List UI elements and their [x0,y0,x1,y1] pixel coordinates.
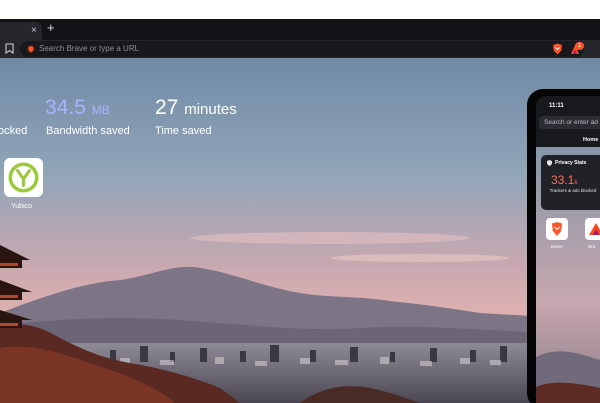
top-site-tile-yubico[interactable] [4,158,43,197]
brave-shields-icon[interactable] [552,43,563,55]
top-site-label: Yubico [11,203,33,210]
time-unit: minutes [184,101,237,118]
shield-icon [547,160,552,166]
trackers-count-unit: k [574,180,578,186]
toolbar: Search Brave or type a URL 1 [0,40,600,58]
trackers-count-number: 33.1 [551,173,575,187]
bandwidth-saved-label: Bandwidth saved [46,125,130,137]
phone-app-label: Bra [588,244,596,249]
trackers-description: Trackers & ads blocked [549,188,597,193]
time-saved-label: Time saved [155,125,212,137]
brave-lion-icon [552,222,562,236]
tab-strip: × + [0,19,600,40]
time-number: 27 [155,96,179,119]
top-margin [0,0,600,19]
phone-app-tile-bat[interactable] [585,218,600,240]
trackers-blocked-label: ocked [0,125,28,137]
bandwidth-saved-value: 34.5 MB [45,96,110,122]
phone-app-label: Brave [551,244,563,249]
phone-screen: 11:11 Search or enter ad Home Privacy St… [536,96,600,403]
phone-clock: 11:11 [549,103,564,109]
yubico-icon [8,162,39,193]
bandwidth-number: 34.5 [45,96,86,119]
site-shield-icon [26,44,36,54]
bat-triangle-icon [589,223,600,235]
rewards-notification-badge: 1 [575,42,584,50]
bookmark-icon[interactable] [5,43,14,54]
tab-close-icon[interactable]: × [31,26,37,36]
phone-search-placeholder: Search or enter ad [544,119,598,126]
bandwidth-unit: MB [91,103,110,117]
phone-search-bar[interactable]: Search or enter ad [539,116,600,129]
privacy-stats-card: Privacy Stats 33.1k Trackers & ads block… [541,155,600,210]
browser-window: × + Search Brave or type a URL 1 ocked 3… [0,0,600,403]
phone-app-tile-brave[interactable] [546,218,568,240]
phone-home-tab[interactable]: Home [583,137,598,144]
address-bar[interactable]: Search Brave or type a URL 1 [20,41,584,57]
privacy-stats-title: Privacy Stats [555,160,587,166]
time-saved-value: 27 minutes [155,96,237,122]
address-placeholder: Search Brave or type a URL [39,44,140,53]
new-tab-button[interactable]: + [47,21,55,35]
active-tab[interactable]: × [0,22,42,40]
